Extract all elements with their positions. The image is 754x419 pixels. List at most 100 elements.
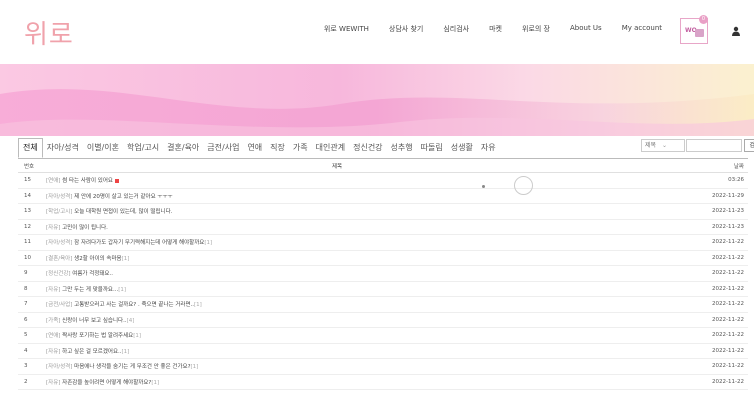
row-subject[interactable]: 생2할 아이의 속마음	[74, 256, 121, 262]
row-title[interactable]: [자아/성격] 잠 자려다가도 갑자기 무기력해지는데 어떻게 해야할까요[1]	[44, 238, 688, 246]
site-logo[interactable]: 위로	[24, 14, 74, 51]
table-row[interactable]: 7 [금전/사업] 고통받으러고 사는 걸까요? . 죽으면 끝나는 거라면..[…	[18, 297, 748, 313]
nav-find-counselor[interactable]: 상담사 찾기	[389, 24, 423, 34]
row-title[interactable]: [금전/사업] 고통받으러고 사는 걸까요? . 죽으면 끝나는 거라면..[1…	[44, 300, 688, 308]
table-row[interactable]: 4 [자유] 하고 싶은 걸 모르겠어요..[1] 2022-11-22	[18, 344, 748, 359]
row-date: 2022-11-29	[712, 192, 744, 199]
main-nav: 위로 WEWITH 상담사 찾기 심리검사 마켓 위로의 장 About Us …	[304, 24, 662, 34]
table-row[interactable]: 3 [자아/성격] 마음에나 생각을 숨기는 게 무조건 안 좋은 건가요?[1]…	[18, 359, 748, 375]
row-subject[interactable]: 여름가 걱정돼요..	[72, 271, 113, 277]
nav-psych-test[interactable]: 심리검사	[443, 24, 469, 34]
row-number: 11	[24, 239, 31, 246]
row-number: 3	[24, 363, 28, 370]
row-category-tag: [자아/성격]	[46, 240, 73, 247]
row-title[interactable]: [학업/고시] 오늘 대학원 면접이 있는데, 많이 떨립니다.	[44, 207, 688, 215]
row-title[interactable]: [자아/성격] 마음에나 생각을 숨기는 게 무조건 안 좋은 건가요?[1]	[44, 362, 688, 370]
table-row[interactable]: 13 [학업/고시] 오늘 대학원 면접이 있는데, 많이 떨립니다. 2022-1…	[18, 204, 748, 220]
tab-marriage-parenting[interactable]: 결혼/육아	[163, 138, 203, 158]
row-title[interactable]: [자유] 자존감을 높이려면 어떻게 해야할까요?[1]	[44, 378, 688, 386]
tab-self-personality[interactable]: 자아/성격	[43, 138, 83, 158]
row-title[interactable]: [연애] 짝사랑 포기하는 법 알려주세요[1]	[44, 331, 688, 339]
row-date: 2022-11-22	[712, 332, 744, 339]
row-category-tag: [가족]	[46, 317, 61, 324]
row-subject[interactable]: 오늘 대학원 면접이 있는데, 많이 떨립니다.	[74, 209, 172, 215]
row-subject[interactable]: 하고 싶은 걸 모르겠어요..	[62, 349, 121, 355]
table-row[interactable]: 5 [연애] 짝사랑 포기하는 법 알려주세요[1] 2022-11-22	[18, 328, 748, 344]
tab-sex-life[interactable]: 성생활	[447, 138, 477, 158]
row-subject[interactable]: 고민이 많이 됩니다.	[62, 225, 108, 231]
tab-free[interactable]: 자유	[477, 138, 500, 158]
cursor-dot	[482, 185, 485, 188]
row-title[interactable]: [자아/성격] 제 안에 20명이 살고 있는거 같아요 ㅜㅜㅜ	[44, 192, 688, 200]
cart-icon	[695, 29, 704, 37]
nav-comfort-board[interactable]: 위로의 장	[522, 24, 550, 34]
row-category-tag: [자유]	[46, 286, 61, 293]
row-title[interactable]: [결혼/육아] 생2할 아이의 속마음[1]	[44, 254, 688, 262]
row-number: 8	[24, 285, 28, 292]
row-comment-count: [1]	[121, 348, 130, 355]
table-row[interactable]: 12 [자유] 고민이 많이 됩니다. 2022-11-23	[18, 220, 748, 235]
user-icon[interactable]	[731, 26, 741, 36]
tab-mental-health[interactable]: 정신건강	[349, 138, 386, 158]
row-number: 5	[24, 332, 28, 339]
site-header: 위로 위로 WEWITH 상담사 찾기 심리검사 마켓 위로의 장 About …	[0, 0, 754, 64]
search-button[interactable]: 검색	[744, 139, 754, 152]
table-row[interactable]: 14 [자아/성격] 제 안에 20명이 살고 있는거 같아요 ㅜㅜㅜ 2022-1…	[18, 189, 748, 204]
row-subject[interactable]: 짝사랑 포기하는 법 알려주세요	[62, 333, 133, 339]
row-number: 4	[24, 347, 28, 354]
row-number: 14	[24, 192, 31, 199]
row-title[interactable]: [자유] 하고 싶은 걸 모르겠어요..[1]	[44, 347, 688, 355]
row-subject[interactable]: 잠 자려다가도 갑자기 무기력해지는데 어떻게 해야할까요	[74, 240, 204, 246]
row-comment-count: [4]	[126, 317, 135, 324]
tab-bullying[interactable]: 따돌림	[417, 138, 447, 158]
tab-all[interactable]: 전체	[18, 138, 43, 158]
row-category-tag: [자아/성격]	[46, 193, 73, 200]
row-subject[interactable]: 썸 타는 사람이 있어요	[62, 178, 113, 184]
cart-button[interactable]: WO 0	[680, 15, 708, 44]
row-subject[interactable]: 고통받으러고 사는 걸까요? . 죽으면 끝나는 거라면..	[74, 302, 194, 308]
row-title[interactable]: [자유] 고민이 많이 됩니다.	[44, 223, 688, 231]
row-title[interactable]: [자유] 그만 두는 게 맞을까요...[1]	[44, 285, 688, 293]
row-comment-count: [1]	[190, 364, 199, 371]
row-number: 12	[24, 223, 31, 230]
nav-my-account[interactable]: My account	[622, 24, 662, 34]
search-field-select[interactable]: 제목 ⌄	[641, 139, 685, 152]
row-title[interactable]: [가족] 신랑이 너무 보고 싶습니다..[4]	[44, 316, 688, 324]
tab-breakup-divorce[interactable]: 이별/이혼	[83, 138, 123, 158]
table-row[interactable]: 8 [자유] 그만 두는 게 맞을까요...[1] 2022-11-22	[18, 282, 748, 297]
row-date: 2022-11-22	[712, 239, 744, 246]
row-subject[interactable]: 마음에나 생각을 숨기는 게 무조건 안 좋은 건가요?	[74, 364, 190, 370]
tab-relationships[interactable]: 대인관계	[312, 138, 349, 158]
row-subject[interactable]: 자존감을 높이려면 어떻게 해야할까요?	[62, 380, 151, 386]
row-number: 15	[24, 177, 31, 184]
row-date: 2022-11-22	[712, 378, 744, 385]
tab-family[interactable]: 가족	[289, 138, 312, 158]
tab-money-business[interactable]: 금전/사업	[203, 138, 243, 158]
table-row[interactable]: 11 [자아/성격] 잠 자려다가도 갑자기 무기력해지는데 어떻게 해야할까요[…	[18, 235, 748, 251]
cart-count-badge: 0	[699, 15, 708, 24]
header-title: 제목	[331, 163, 343, 170]
row-number: 2	[24, 378, 28, 385]
nav-market[interactable]: 마켓	[489, 24, 502, 34]
row-title[interactable]: [정신건강] 여름가 걱정돼요..	[44, 269, 688, 277]
row-subject[interactable]: 제 안에 20명이 살고 있는거 같아요 ㅜㅜㅜ	[74, 194, 172, 200]
search-input[interactable]	[686, 139, 742, 152]
row-category-tag: [연애]	[46, 178, 61, 185]
table-row[interactable]: 6 [가족] 신랑이 너무 보고 싶습니다..[4] 2022-11-22	[18, 313, 748, 328]
table-row[interactable]: 10 [결혼/육아] 생2할 아이의 속마음[1] 2022-11-22	[18, 251, 748, 266]
tab-dating[interactable]: 연애	[243, 138, 266, 158]
row-title[interactable]: [연애] 썸 타는 사람이 있어요	[44, 176, 688, 184]
row-subject[interactable]: 신랑이 너무 보고 싶습니다..	[62, 318, 126, 324]
row-subject[interactable]: 그만 두는 게 맞을까요...	[62, 287, 118, 293]
row-category-tag: [자유]	[46, 348, 61, 355]
tab-work[interactable]: 직장	[266, 138, 289, 158]
table-row[interactable]: 15 [연애] 썸 타는 사람이 있어요 03:26	[18, 173, 748, 189]
nav-about-us[interactable]: About Us	[570, 24, 602, 34]
tab-harassment[interactable]: 성추행	[387, 138, 417, 158]
row-category-tag: [금전/사업]	[46, 302, 73, 309]
nav-wewith[interactable]: 위로 WEWITH	[324, 24, 369, 34]
table-row[interactable]: 9 [정신건강] 여름가 걱정돼요.. 2022-11-22	[18, 266, 748, 282]
tab-study-exam[interactable]: 학업/고시	[123, 138, 163, 158]
table-row[interactable]: 2 [자유] 자존감을 높이려면 어떻게 해야할까요?[1] 2022-11-22	[18, 375, 748, 390]
row-date: 2022-11-22	[712, 347, 744, 354]
